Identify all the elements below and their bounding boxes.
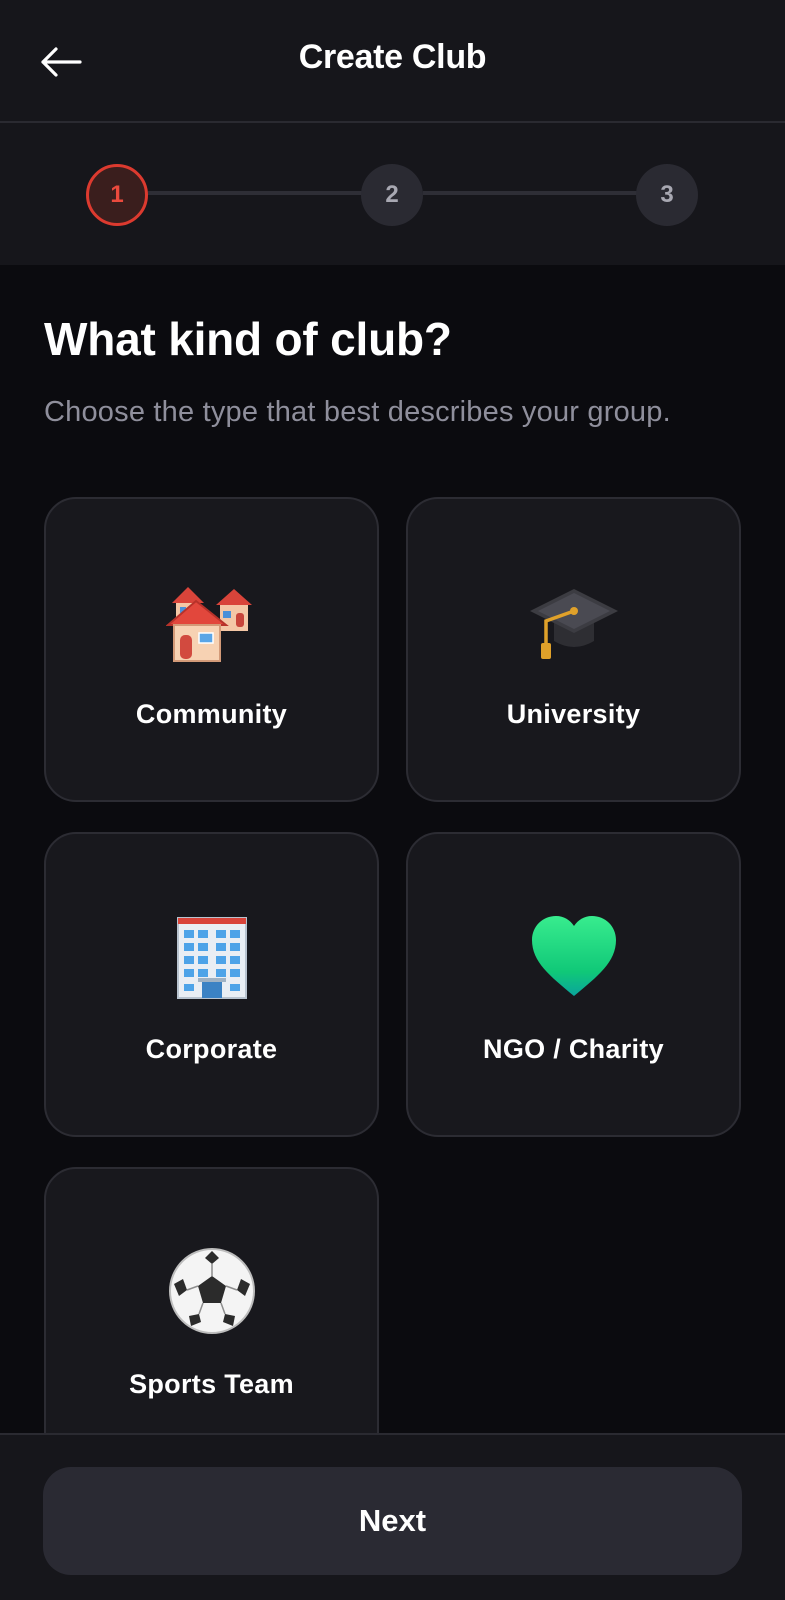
step-2: 2	[361, 164, 423, 226]
app-header: Create Club	[0, 0, 785, 123]
green-heart-icon	[408, 906, 739, 1006]
step-indicator: 1 2 3	[0, 123, 785, 265]
club-type-label: Community	[135, 699, 288, 729]
club-type-label: Sports Team	[129, 1369, 294, 1399]
step-connector	[148, 191, 362, 195]
next-button[interactable]: Next	[43, 1467, 742, 1575]
step-connector	[423, 191, 637, 195]
step-1: 1	[86, 164, 148, 226]
footer-bar: Next	[0, 1433, 785, 1600]
step-3: 3	[636, 164, 698, 226]
club-type-label: Corporate	[145, 1034, 278, 1064]
office-building-icon	[46, 906, 377, 1006]
soccer-ball-icon	[46, 1241, 377, 1341]
question-subtitle: Choose the type that best describes your…	[44, 396, 671, 428]
page-title: Create Club	[298, 38, 487, 76]
club-type-card-sports-team[interactable]: Sports Team	[44, 1167, 379, 1472]
club-type-label: NGO / Charity	[483, 1034, 664, 1064]
club-type-card-ngo-charity[interactable]: NGO / Charity	[406, 832, 741, 1137]
club-type-card-university[interactable]: University	[406, 497, 741, 802]
club-type-label: University	[506, 699, 641, 729]
graduation-cap-icon	[408, 571, 739, 671]
club-type-card-corporate[interactable]: Corporate	[44, 832, 379, 1137]
question-heading: What kind of club?	[44, 313, 452, 365]
club-type-card-community[interactable]: Community	[44, 497, 379, 802]
houses-icon	[46, 571, 377, 671]
